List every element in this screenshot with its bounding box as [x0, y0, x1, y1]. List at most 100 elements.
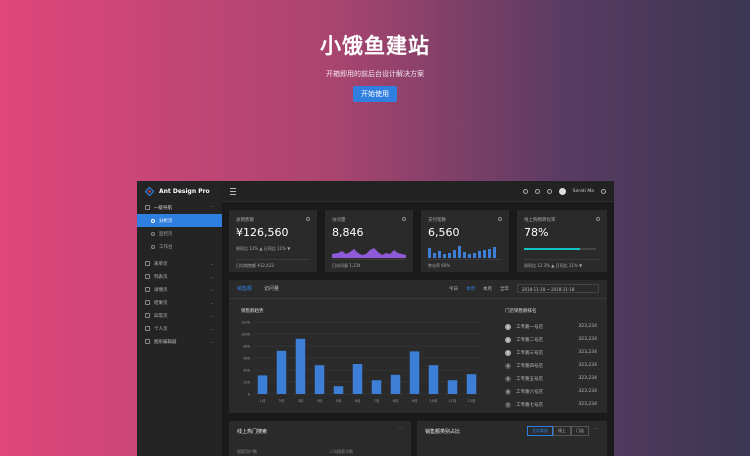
search-icon[interactable]: [522, 188, 528, 194]
seg-online[interactable]: 线上: [553, 426, 571, 436]
bar[interactable]: [371, 380, 382, 394]
seg-store[interactable]: 门店: [571, 426, 589, 436]
bell-icon[interactable]: [546, 188, 552, 194]
store-amount: 323,234: [578, 389, 597, 394]
user-name[interactable]: Serati Ma: [573, 189, 594, 194]
chevron-down-icon: ⌄: [210, 287, 214, 292]
date-range-picker[interactable]: 2018-11-18 ~ 2018-11-18: [517, 284, 599, 293]
bar[interactable]: [409, 351, 420, 394]
menu-exception[interactable]: 异常页 ⌄: [137, 309, 222, 322]
x-tick-label: 8月: [393, 398, 399, 403]
seg-all[interactable]: 全部渠道: [527, 426, 553, 436]
store-name: 工专路五号店: [516, 376, 543, 382]
menu-profile[interactable]: 详情页 ⌄: [137, 283, 222, 296]
form-icon: [145, 261, 150, 266]
period-today[interactable]: 今日: [449, 286, 458, 292]
rank-number: 6: [505, 388, 511, 395]
chevron-down-icon: ⌄: [210, 313, 214, 318]
bar[interactable]: [466, 374, 477, 394]
menu-label: 一级导航: [154, 205, 172, 211]
x-tick-label: 12月: [468, 398, 476, 403]
stat-foot: 转化率 60%: [428, 259, 502, 269]
info-icon[interactable]: [498, 217, 502, 221]
y-tick-label: 0: [248, 393, 250, 397]
rank-number: 4: [505, 362, 511, 369]
menu-editor[interactable]: 图形编辑器 ⌄: [137, 335, 222, 348]
get-started-button[interactable]: 开始使用: [353, 86, 397, 102]
menu-label: 个人页: [154, 326, 168, 332]
info-icon[interactable]: [306, 217, 310, 221]
bar[interactable]: [333, 386, 344, 394]
period-month[interactable]: 本月: [483, 286, 492, 292]
warning-icon: [145, 313, 150, 318]
sidebar: Ant Design Pro 一级导航 ⌃ 分析页 监控页 工作台 表单页 ⌄ 列…: [137, 181, 222, 456]
rank-item: 1 工专路一号店 323,234: [505, 320, 597, 333]
x-tick-label: 6月: [355, 398, 361, 403]
category-share-card: 销售额类别占比 全部渠道 线上 门店 ···: [417, 421, 607, 456]
menu-dashboard[interactable]: 一级导航 ⌃: [137, 201, 222, 214]
menu-label: 列表页: [154, 274, 168, 280]
more-icon[interactable]: ···: [594, 426, 599, 432]
bar[interactable]: [352, 364, 363, 394]
top-header: Serati Ma: [222, 181, 614, 202]
bar[interactable]: [428, 365, 439, 394]
stat-label: 支付笔数: [428, 218, 446, 223]
menu-item-monitor[interactable]: 监控页: [137, 227, 222, 240]
menu-fold-icon[interactable]: [230, 188, 236, 195]
sales-panel: 销售额 访问量 今日 本周 本月 全年 2018-11-18 ~ 2018-11…: [229, 280, 607, 413]
visits-area-chart: [332, 248, 406, 258]
progress-fill: [524, 248, 581, 250]
dashboard-icon: [145, 205, 150, 210]
bar[interactable]: [447, 380, 458, 394]
x-tick-label: 7月: [374, 398, 380, 403]
rank-number: 7: [505, 401, 511, 408]
rank-item: 6 工专路六号店 323,234: [505, 385, 597, 398]
bar[interactable]: [314, 365, 325, 394]
menu-result[interactable]: 结果页 ⌄: [137, 296, 222, 309]
store-amount: 323,234: [578, 363, 597, 368]
stat-trend: 周同比 12% ▲ 日同比 11% ▼: [236, 246, 291, 251]
bar[interactable]: [390, 374, 401, 394]
period-year[interactable]: 全年: [500, 286, 509, 292]
tab-visits[interactable]: 访问量: [264, 280, 279, 298]
rank-number: 2: [505, 336, 511, 343]
highlight-icon: [145, 339, 150, 344]
menu-label: 异常页: [154, 313, 168, 319]
more-icon[interactable]: ···: [398, 426, 403, 432]
menu-label: 监控页: [159, 231, 173, 237]
info-icon[interactable]: [596, 217, 600, 221]
search-users-label: 搜索用户数: [237, 449, 257, 454]
info-icon[interactable]: [402, 217, 406, 221]
ant-logo-icon: [145, 186, 154, 196]
header-actions: Serati Ma: [522, 181, 606, 201]
avatar[interactable]: [558, 187, 566, 195]
tab-sales[interactable]: 销售额: [237, 280, 253, 299]
chevron-down-icon: ⌄: [210, 274, 214, 279]
bar[interactable]: [257, 375, 268, 394]
menu-label: 结果页: [154, 300, 168, 306]
dot-icon: [151, 231, 155, 236]
menu-list[interactable]: 列表页 ⌄: [137, 270, 222, 283]
brand[interactable]: Ant Design Pro: [137, 181, 222, 201]
bar[interactable]: [276, 350, 287, 394]
store-name: 工专路四号店: [516, 363, 543, 369]
chevron-down-icon: ⌄: [210, 300, 214, 305]
menu-form[interactable]: 表单页 ⌄: [137, 257, 222, 270]
menu-account[interactable]: 个人页 ⌄: [137, 322, 222, 335]
menu-item-workplace[interactable]: 工作台: [137, 240, 222, 253]
y-tick-label: 200: [243, 381, 250, 385]
period-week[interactable]: 本周: [466, 286, 475, 292]
store-name: 工专路一号店: [516, 324, 543, 330]
x-tick-label: 2月: [279, 398, 285, 403]
x-tick-label: 4月: [317, 398, 323, 403]
store-amount: 323,234: [578, 350, 597, 355]
store-name: 工专路三号店: [516, 350, 543, 356]
globe-icon[interactable]: [601, 188, 606, 194]
menu-item-analysis[interactable]: 分析页: [137, 214, 222, 227]
store-amount: 323,234: [578, 376, 597, 381]
bar[interactable]: [295, 338, 306, 394]
chart-title: 销售额趋势: [241, 309, 264, 314]
question-icon[interactable]: [534, 188, 540, 194]
channel-switch: 全部渠道 线上 门店: [527, 426, 589, 436]
sales-tabs: 销售额 访问量: [237, 280, 279, 299]
